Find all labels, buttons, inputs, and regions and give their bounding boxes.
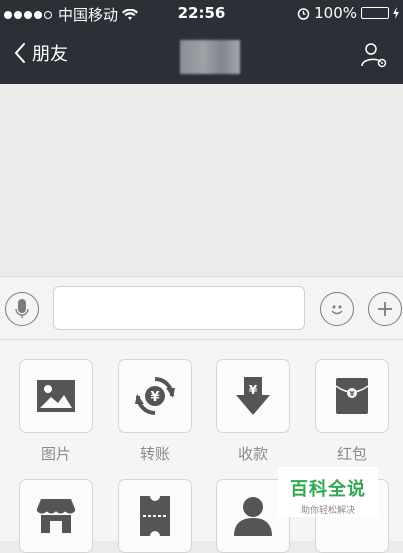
watermark-title: 百科全说	[290, 479, 366, 500]
back-button[interactable]: 朋友	[14, 40, 68, 66]
watermark-subtitle: 助你轻松解决	[300, 506, 355, 516]
tool-coupon-box[interactable]	[118, 479, 192, 553]
tool-image-label: 图片	[40, 445, 71, 463]
top-bar: 中国移动 22:56 100% 朋友	[0, 0, 403, 84]
navigation-bar: 朋友	[0, 30, 403, 84]
transfer-icon: ¥	[135, 377, 175, 415]
charging-icon	[393, 7, 399, 19]
store-icon	[37, 499, 75, 533]
voice-input-button[interactable]	[5, 292, 39, 326]
battery-icon	[361, 7, 389, 19]
tool-transfer[interactable]: ¥ 转账	[118, 359, 192, 464]
microphone-icon	[15, 299, 29, 318]
tool-red-packet-label: 红包	[336, 445, 367, 463]
tool-receive-money[interactable]: ¥ 收款	[216, 359, 290, 464]
message-text-input[interactable]	[53, 286, 305, 330]
contact-card-icon	[234, 497, 272, 536]
image-icon	[37, 380, 75, 412]
plus-icon	[378, 302, 392, 316]
watermark: 百科全说 助你轻松解决	[278, 467, 378, 517]
tool-receive-money-label: 收款	[237, 445, 268, 463]
svg-text:¥: ¥	[150, 390, 159, 405]
alarm-clock-icon	[297, 7, 310, 20]
status-right: 100%	[297, 4, 399, 22]
tool-transfer-box[interactable]: ¥	[118, 359, 192, 433]
red-packet-icon: ¥	[336, 378, 368, 414]
tool-store[interactable]	[19, 479, 93, 553]
battery-percent: 100%	[314, 4, 357, 22]
emoji-button[interactable]	[320, 292, 354, 326]
svg-text:¥: ¥	[249, 383, 258, 397]
coupon-icon	[140, 496, 170, 536]
tool-store-box[interactable]	[19, 479, 93, 553]
chat-settings-icon[interactable]	[359, 40, 389, 70]
message-input-bar	[0, 276, 403, 340]
chat-message-area[interactable]	[0, 84, 403, 276]
tool-image-box[interactable]	[19, 359, 93, 433]
tool-red-packet-box[interactable]: ¥	[315, 359, 389, 433]
tool-image[interactable]: 图片	[19, 359, 93, 464]
tool-receive-money-box[interactable]: ¥	[216, 359, 290, 433]
status-bar: 中国移动 22:56 100%	[0, 0, 403, 30]
more-functions-button[interactable]	[368, 292, 402, 326]
chat-title-blurred	[180, 40, 240, 74]
tool-red-packet[interactable]: ¥ 红包	[315, 359, 389, 464]
chevron-left-icon	[14, 43, 25, 63]
svg-text:¥: ¥	[350, 390, 355, 398]
back-label: 朋友	[32, 44, 68, 65]
tool-coupon[interactable]	[118, 479, 192, 553]
tool-transfer-label: 转账	[139, 445, 170, 463]
receive-money-icon: ¥	[236, 377, 270, 415]
smiley-icon	[331, 305, 343, 315]
